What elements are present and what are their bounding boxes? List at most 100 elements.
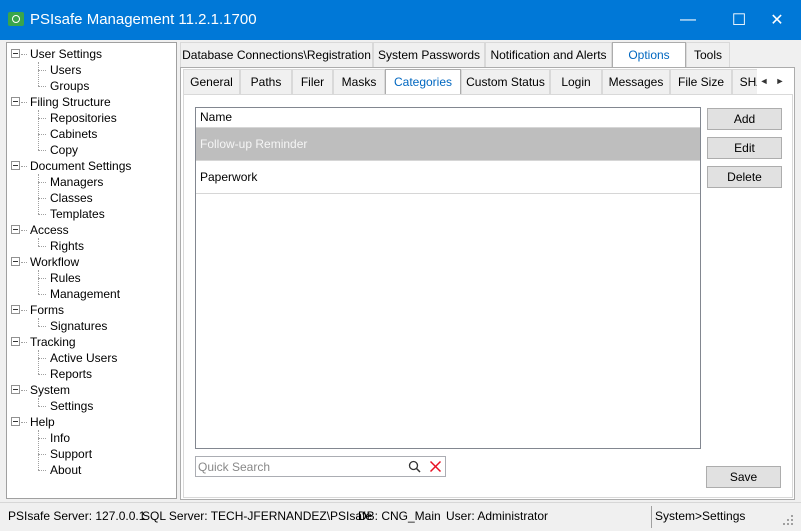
sub-tab-strip: General Paths Filer Masks Categories Custom S… — [183, 69, 757, 95]
tree-connector — [21, 390, 27, 391]
tree-connector — [38, 134, 46, 135]
tree-item-label: Cabinets — [50, 127, 98, 141]
category-row-paperwork[interactable]: Paperwork — [196, 161, 700, 194]
status-user: User: Administrator — [446, 509, 549, 523]
tab-scroll-right-icon[interactable]: ► — [773, 71, 787, 91]
collapse-icon[interactable] — [11, 337, 20, 346]
subtab-filer[interactable]: Filer — [292, 69, 333, 95]
collapse-icon[interactable] — [11, 49, 20, 58]
collapse-icon[interactable] — [11, 385, 20, 394]
tree-connector — [38, 406, 46, 407]
tree-node-label: Access — [30, 223, 69, 237]
tree-item-label: Managers — [50, 175, 104, 189]
subtab-categories[interactable]: Categories — [385, 69, 461, 95]
tree-item-label: Active Users — [50, 351, 118, 365]
save-button[interactable]: Save — [706, 466, 781, 488]
tree-connector — [38, 150, 46, 151]
minimize-button[interactable]: — — [665, 0, 711, 40]
tree-connector — [21, 102, 27, 103]
subtab-file-size[interactable]: File Size — [670, 69, 732, 95]
subtab-general[interactable]: General — [183, 69, 240, 95]
tree-connector — [38, 110, 39, 150]
subtab-masks[interactable]: Masks — [333, 69, 385, 95]
tree-item-label: Templates — [50, 207, 105, 221]
name-column-header[interactable]: Name — [196, 108, 700, 128]
tree-connector — [38, 270, 39, 294]
tree-item-label: Groups — [50, 79, 90, 93]
add-button[interactable]: Add — [707, 108, 782, 130]
tree-connector — [38, 318, 39, 326]
tab-system-passwords[interactable]: System Passwords — [373, 42, 485, 68]
tab-notification-and-alerts[interactable]: Notification and Alerts — [485, 42, 612, 68]
status-divider — [651, 506, 652, 528]
tree-node-label: Tracking — [30, 335, 76, 349]
edit-button[interactable]: Edit — [707, 137, 782, 159]
tree-connector — [21, 230, 27, 231]
categories-list[interactable]: Name Follow-up Reminder Paperwork — [195, 107, 701, 449]
tree-connector — [38, 326, 46, 327]
quick-search-input[interactable] — [198, 459, 398, 474]
collapse-icon[interactable] — [11, 257, 20, 266]
status-sql-server: SQL Server: TECH-JFERNANDEZ\PSIsafe — [142, 509, 373, 523]
status-location: System>Settings — [655, 509, 746, 523]
tree-connector — [38, 350, 39, 374]
tree-connector — [38, 174, 39, 214]
tree-node-label: Workflow — [30, 255, 80, 269]
clear-search-icon[interactable] — [429, 460, 442, 473]
subtab-custom-status[interactable]: Custom Status — [461, 69, 550, 95]
tree-item-label: Support — [50, 447, 93, 461]
collapse-icon[interactable] — [11, 97, 20, 106]
search-icon[interactable] — [408, 460, 421, 473]
tree-connector — [38, 246, 46, 247]
category-row-follow-up-reminder[interactable]: Follow-up Reminder — [196, 128, 700, 161]
subtab-paths[interactable]: Paths — [240, 69, 292, 95]
camera-app-icon — [8, 12, 24, 26]
tree-node-label: Filing Structure — [30, 95, 111, 109]
tab-database-connections-registration[interactable]: Database Connections\Registration — [180, 42, 373, 68]
tree-connector — [38, 198, 46, 199]
tree-connector — [38, 358, 46, 359]
tree-item-label: Settings — [50, 399, 94, 413]
title-bar[interactable]: PSIsafe Management 11.2.1.1700 — ☐ ✕ — [0, 0, 801, 40]
top-tab-strip: Database Connections\Registration System … — [180, 42, 740, 68]
delete-button[interactable]: Delete — [707, 166, 782, 188]
tree-connector — [21, 310, 27, 311]
tree-node-label: Help — [30, 415, 55, 429]
collapse-icon[interactable] — [11, 417, 20, 426]
resize-grip-icon[interactable] — [781, 513, 795, 527]
subtab-login[interactable]: Login — [550, 69, 602, 95]
window-title: PSIsafe Management 11.2.1.1700 — [30, 11, 257, 28]
tree-item-label: Info — [50, 431, 71, 445]
tree-connector — [21, 54, 27, 55]
subtab-sha[interactable]: SHA — [732, 69, 757, 95]
tree-connector — [38, 430, 39, 470]
tab-tools[interactable]: Tools — [686, 42, 730, 68]
tree-connector — [21, 166, 27, 167]
tree-connector — [38, 278, 46, 279]
navigation-tree[interactable]: User Settings Users Groups Filing Structure… — [6, 42, 177, 499]
collapse-icon[interactable] — [11, 225, 20, 234]
close-button[interactable]: ✕ — [754, 0, 800, 40]
tree-item-label: Signatures — [50, 319, 108, 333]
tree-connector — [38, 238, 39, 246]
quick-search-box[interactable] — [195, 456, 446, 477]
tree-item-label: Rights — [50, 239, 85, 253]
tree-connector — [38, 214, 46, 215]
tree-item-label: Rules — [50, 271, 81, 285]
collapse-icon[interactable] — [11, 305, 20, 314]
tree-connector — [38, 62, 39, 86]
tree-connector — [38, 182, 46, 183]
tree-node-label: System — [30, 383, 71, 397]
status-server: PSIsafe Server: 127.0.0.1 — [8, 509, 146, 523]
tab-options[interactable]: Options — [612, 42, 686, 68]
tree-connector — [21, 342, 27, 343]
subtab-messages[interactable]: Messages — [602, 69, 670, 95]
tree-node-label: Forms — [30, 303, 64, 317]
tree-connector — [38, 438, 46, 439]
tab-scroll-left-icon[interactable]: ◄ — [757, 71, 771, 91]
collapse-icon[interactable] — [11, 161, 20, 170]
tree-connector — [38, 70, 46, 71]
tree-item-label: About — [50, 463, 82, 477]
tree-connector — [38, 118, 46, 119]
tree-item-label: Repositories — [50, 111, 117, 125]
